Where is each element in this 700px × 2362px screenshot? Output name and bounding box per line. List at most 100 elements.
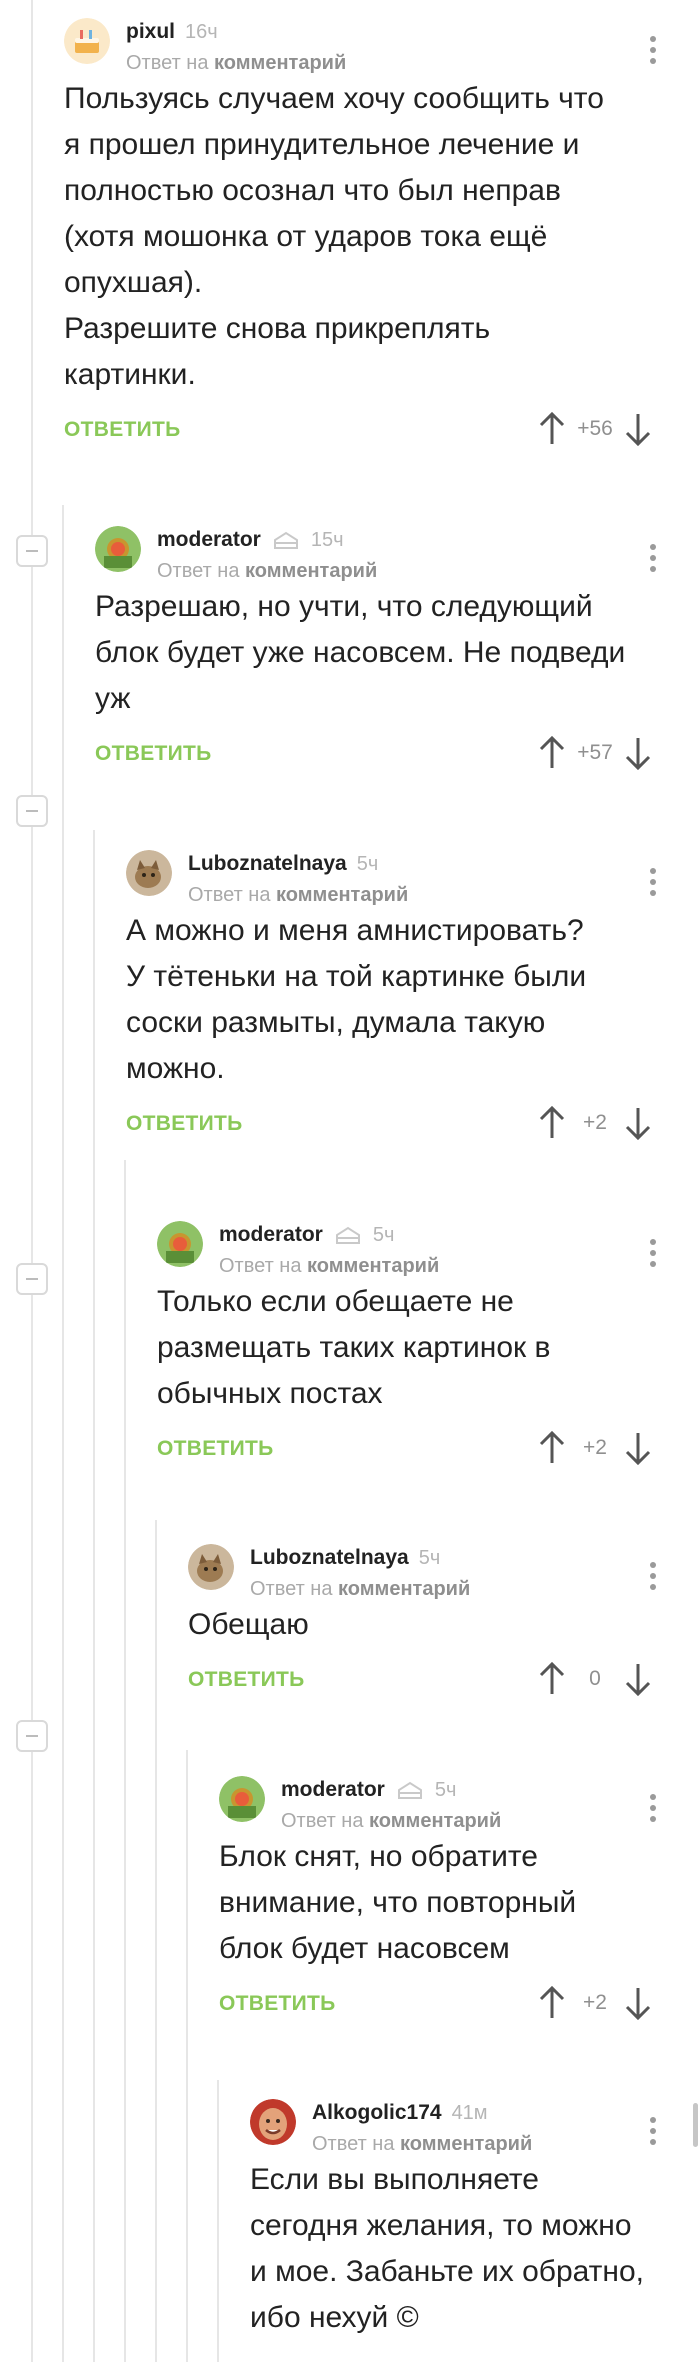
reply-to-link[interactable]: комментарий [214,52,346,74]
comment-actions: ОТВЕТИТЬ +2 [157,1431,680,1481]
comment-header: moderator 5ч Ответ на комментарий [219,1768,680,1832]
reply-to-link[interactable]: комментарий [338,1578,470,1600]
rating-score: +57 [577,741,613,764]
rating-control: 0 [538,1662,652,1696]
avatar[interactable] [250,2099,296,2145]
comment-header: Alkogolic174 41м Ответ на комментарий [250,2091,680,2155]
reply-button[interactable]: ОТВЕТИТЬ [157,1437,274,1461]
reply-button[interactable]: ОТВЕТИТЬ [64,418,181,442]
reply-to-link[interactable]: комментарий [369,1810,501,1832]
reply-to-link[interactable]: комментарий [307,1255,439,1277]
downvote-arrow-icon[interactable] [624,1662,652,1696]
face-avatar-icon [250,2099,296,2145]
comment-time: 5ч [434,1778,457,1801]
avatar[interactable] [64,18,110,64]
comment-header: moderator 5ч Ответ на комментарий [157,1213,680,1277]
thread-line-level-2 [62,505,64,2362]
author-name[interactable]: moderator [157,528,261,552]
comment-text: Блок снят, но обратите внимание, что пов… [219,1840,577,1965]
cat-avatar-icon [188,1544,234,1590]
avatar[interactable] [188,1544,234,1590]
upvote-arrow-icon[interactable] [538,1106,566,1140]
upvote-arrow-icon[interactable] [538,1431,566,1465]
rating-control: +57 [538,736,652,770]
reply-to-label: Ответ на комментарий [312,2133,533,2155]
comment-time: 16ч [185,20,218,43]
comment-time: 5ч [356,852,379,875]
author-name[interactable]: Alkogolic174 [312,2101,442,2125]
avatar[interactable] [95,526,141,572]
moderator-badge-icon [397,1781,422,1799]
more-options-icon[interactable] [650,544,656,577]
upvote-arrow-icon[interactable] [538,412,566,446]
author-name[interactable]: moderator [219,1223,323,1247]
author-name[interactable]: Luboznatelnaya [188,852,347,876]
rating-score: +2 [583,1436,607,1459]
more-options-icon[interactable] [650,1562,656,1595]
more-options-icon[interactable] [650,2117,656,2150]
upvote-arrow-icon[interactable] [538,1986,566,2020]
comment-time: 5ч [418,1546,441,1569]
comment-header: Luboznatelnaya 5ч Ответ на комментарий [188,1536,680,1600]
more-options-icon[interactable] [650,1239,656,1272]
upvote-arrow-icon[interactable] [538,736,566,770]
thread-line-level-4 [124,1160,126,2362]
author-name[interactable]: pixul [126,20,175,44]
reply-to-label: Ответ на комментарий [188,884,409,906]
comment-actions: ОТВЕТИТЬ 0 [188,1662,680,1712]
reply-to-label: Ответ на комментарий [157,560,378,582]
thread-line-level-3 [93,830,95,2362]
comment-text: Если вы выполняете сегодня желания, то м… [250,2163,645,2334]
reply-button[interactable]: ОТВЕТИТЬ [126,1112,243,1136]
thread-line-level-6 [186,1750,188,2362]
moderator-badge-icon [273,531,298,549]
comment-actions: ОТВЕТИТЬ +56 [64,412,680,462]
reply-to-label: Ответ на комментарий [281,1810,502,1832]
rating-control: +2 [538,1431,652,1465]
author-name[interactable]: Luboznatelnaya [250,1546,409,1570]
avatar[interactable] [126,850,172,896]
comment-time: 41м [451,2101,488,2124]
cake-avatar-icon [64,18,110,64]
comment: Luboznatelnaya 5ч Ответ на комментарий А… [126,842,680,1156]
comment-actions: ОТВЕТИТЬ +57 [95,736,680,786]
comment-text: Разрешаю, но учти, что следующий блок бу… [95,590,626,715]
upvote-arrow-icon[interactable] [538,1662,566,1696]
comment-time: 5ч [372,1223,395,1246]
downvote-arrow-icon[interactable] [624,1431,652,1465]
moderator-avatar-icon [157,1221,203,1267]
reply-to-label: Ответ на комментарий [250,1578,471,1600]
reply-button[interactable]: ОТВЕТИТЬ [95,742,212,766]
comment-time: 15ч [310,528,344,551]
author-name[interactable]: moderator [281,1778,385,1802]
reply-to-link[interactable]: комментарий [276,884,408,906]
rating-score: +2 [583,1111,607,1134]
cat-avatar-icon [126,850,172,896]
reply-button[interactable]: ОТВЕТИТЬ [188,1668,305,1692]
comment-text: А можно и меня амнистировать? У тётеньки… [126,914,587,1085]
comment: moderator 15ч Ответ на комментарий Разре… [95,518,680,786]
reply-to-label: Ответ на комментарий [126,52,347,74]
moderator-avatar-icon [95,526,141,572]
more-options-icon[interactable] [650,36,656,69]
more-options-icon[interactable] [650,868,656,901]
reply-to-link[interactable]: комментарий [400,2133,532,2155]
comment-text: Обещаю [188,1608,309,1641]
comment: pixul 16ч Ответ на комментарий Пользуясь… [64,10,680,462]
collapse-thread-button[interactable] [16,1263,48,1295]
collapse-thread-button[interactable] [16,1720,48,1752]
scrollbar-thumb[interactable] [693,2103,698,2147]
downvote-arrow-icon[interactable] [624,412,652,446]
more-options-icon[interactable] [650,1794,656,1827]
rating-score: +2 [583,1991,607,2014]
avatar[interactable] [157,1221,203,1267]
collapse-thread-button[interactable] [16,795,48,827]
collapse-thread-button[interactable] [16,535,48,567]
downvote-arrow-icon[interactable] [624,736,652,770]
comment: moderator 5ч Ответ на комментарий Только… [157,1213,680,1481]
reply-to-link[interactable]: комментарий [245,560,377,582]
avatar[interactable] [219,1776,265,1822]
reply-button[interactable]: ОТВЕТИТЬ [219,1992,336,2016]
downvote-arrow-icon[interactable] [624,1986,652,2020]
downvote-arrow-icon[interactable] [624,1106,652,1140]
